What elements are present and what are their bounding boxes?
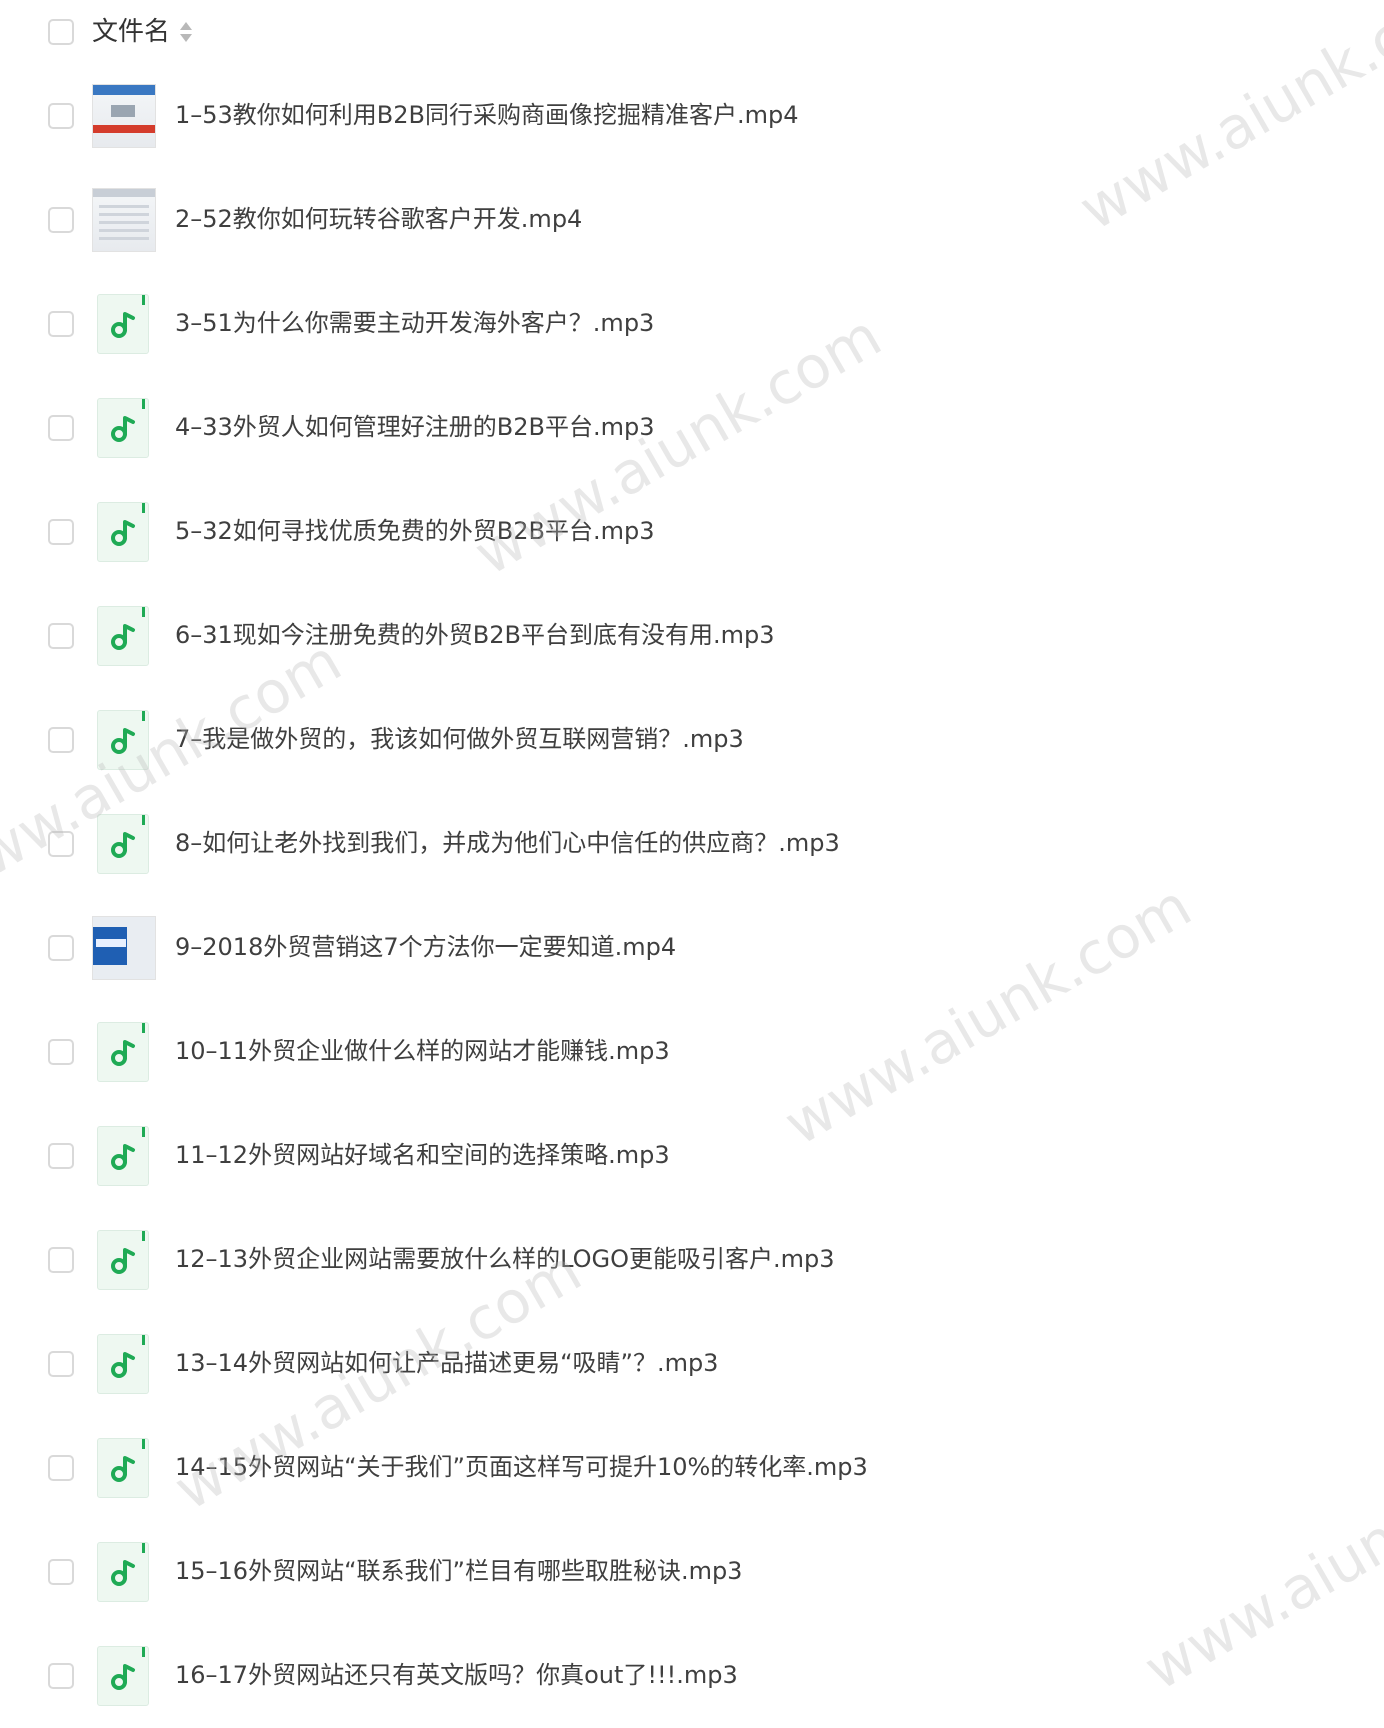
music-note-icon [97, 606, 149, 666]
file-checkbox[interactable] [48, 935, 74, 961]
file-checkbox[interactable] [48, 1663, 74, 1689]
file-row[interactable]: 1–53教你如何利用B2B同行采购商画像挖掘精准客户.mp4 [0, 64, 1384, 168]
file-row[interactable]: 9–2018外贸营销这7个方法你一定要知道.mp4 [0, 896, 1384, 1000]
music-note-icon [97, 398, 149, 458]
file-checkbox[interactable] [48, 831, 74, 857]
file-checkbox[interactable] [48, 311, 74, 337]
file-name[interactable]: 12–13外贸企业网站需要放什么样的LOGO更能吸引客户.mp3 [175, 1243, 834, 1275]
file-name[interactable]: 5–32如何寻找优质免费的外贸B2B平台.mp3 [175, 515, 655, 547]
music-note-icon [97, 1438, 149, 1498]
music-note-icon [97, 1126, 149, 1186]
file-name[interactable]: 7–我是做外贸的，我该如何做外贸互联网营销？.mp3 [175, 723, 744, 755]
file-checkbox[interactable] [48, 1247, 74, 1273]
video-thumbnail [92, 188, 156, 252]
file-row[interactable]: 14–15外贸网站“关于我们”页面这样写可提升10%的转化率.mp3 [0, 1416, 1384, 1520]
file-name[interactable]: 3–51为什么你需要主动开发海外客户？.mp3 [175, 307, 654, 339]
select-all-checkbox[interactable] [48, 19, 74, 45]
music-note-icon [97, 1646, 149, 1706]
file-name[interactable]: 8–如何让老外找到我们，并成为他们心中信任的供应商？.mp3 [175, 827, 840, 859]
file-name[interactable]: 13–14外贸网站如何让产品描述更易“吸睛”？.mp3 [175, 1347, 718, 1379]
file-name[interactable]: 11–12外贸网站好域名和空间的选择策略.mp3 [175, 1139, 670, 1171]
music-note-icon [97, 1542, 149, 1602]
music-note-icon [97, 1022, 149, 1082]
column-header-filename[interactable]: 文件名 [92, 16, 193, 48]
file-name[interactable]: 9–2018外贸营销这7个方法你一定要知道.mp4 [175, 931, 676, 963]
file-name[interactable]: 2–52教你如何玩转谷歌客户开发.mp4 [175, 203, 582, 235]
file-name[interactable]: 15–16外贸网站“联系我们”栏目有哪些取胜秘诀.mp3 [175, 1555, 742, 1587]
file-name[interactable]: 16–17外贸网站还只有英文版吗？你真out了!!!.mp3 [175, 1659, 738, 1691]
file-checkbox[interactable] [48, 1351, 74, 1377]
file-checkbox[interactable] [48, 415, 74, 441]
music-note-icon [97, 502, 149, 562]
file-row[interactable]: 11–12外贸网站好域名和空间的选择策略.mp3 [0, 1104, 1384, 1208]
file-name[interactable]: 10–11外贸企业做什么样的网站才能赚钱.mp3 [175, 1035, 670, 1067]
file-row[interactable]: 6–31现如今注册免费的外贸B2B平台到底有没有用.mp3 [0, 584, 1384, 688]
file-name[interactable]: 14–15外贸网站“关于我们”页面这样写可提升10%的转化率.mp3 [175, 1451, 868, 1483]
file-row[interactable]: 12–13外贸企业网站需要放什么样的LOGO更能吸引客户.mp3 [0, 1208, 1384, 1312]
music-note-icon [97, 1334, 149, 1394]
music-note-icon [97, 814, 149, 874]
video-thumbnail [92, 916, 156, 980]
file-row[interactable]: 2–52教你如何玩转谷歌客户开发.mp4 [0, 168, 1384, 272]
file-checkbox[interactable] [48, 727, 74, 753]
sort-icon[interactable] [180, 21, 193, 43]
file-name[interactable]: 6–31现如今注册免费的外贸B2B平台到底有没有用.mp3 [175, 619, 775, 651]
file-checkbox[interactable] [48, 103, 74, 129]
file-row[interactable]: 8–如何让老外找到我们，并成为他们心中信任的供应商？.mp3 [0, 792, 1384, 896]
file-list: 1–53教你如何利用B2B同行采购商画像挖掘精准客户.mp4 2–52教你如何玩转… [0, 64, 1384, 1728]
music-note-icon [97, 294, 149, 354]
file-row[interactable]: 15–16外贸网站“联系我们”栏目有哪些取胜秘诀.mp3 [0, 1520, 1384, 1624]
video-thumbnail [92, 84, 156, 148]
file-checkbox[interactable] [48, 1455, 74, 1481]
file-row[interactable]: 13–14外贸网站如何让产品描述更易“吸睛”？.mp3 [0, 1312, 1384, 1416]
file-row[interactable]: 10–11外贸企业做什么样的网站才能赚钱.mp3 [0, 1000, 1384, 1104]
file-checkbox[interactable] [48, 207, 74, 233]
file-name[interactable]: 4–33外贸人如何管理好注册的B2B平台.mp3 [175, 411, 655, 443]
file-row[interactable]: 16–17外贸网站还只有英文版吗？你真out了!!!.mp3 [0, 1624, 1384, 1728]
file-checkbox[interactable] [48, 1143, 74, 1169]
file-checkbox[interactable] [48, 1559, 74, 1585]
file-list-header: 文件名 [0, 0, 1384, 64]
file-checkbox[interactable] [48, 519, 74, 545]
file-row[interactable]: 7–我是做外贸的，我该如何做外贸互联网营销？.mp3 [0, 688, 1384, 792]
music-note-icon [97, 1230, 149, 1290]
file-checkbox[interactable] [48, 623, 74, 649]
column-header-label: 文件名 [92, 17, 171, 47]
file-row[interactable]: 4–33外贸人如何管理好注册的B2B平台.mp3 [0, 376, 1384, 480]
file-checkbox[interactable] [48, 1039, 74, 1065]
file-row[interactable]: 5–32如何寻找优质免费的外贸B2B平台.mp3 [0, 480, 1384, 584]
music-note-icon [97, 710, 149, 770]
file-row[interactable]: 3–51为什么你需要主动开发海外客户？.mp3 [0, 272, 1384, 376]
file-name[interactable]: 1–53教你如何利用B2B同行采购商画像挖掘精准客户.mp4 [175, 99, 799, 131]
